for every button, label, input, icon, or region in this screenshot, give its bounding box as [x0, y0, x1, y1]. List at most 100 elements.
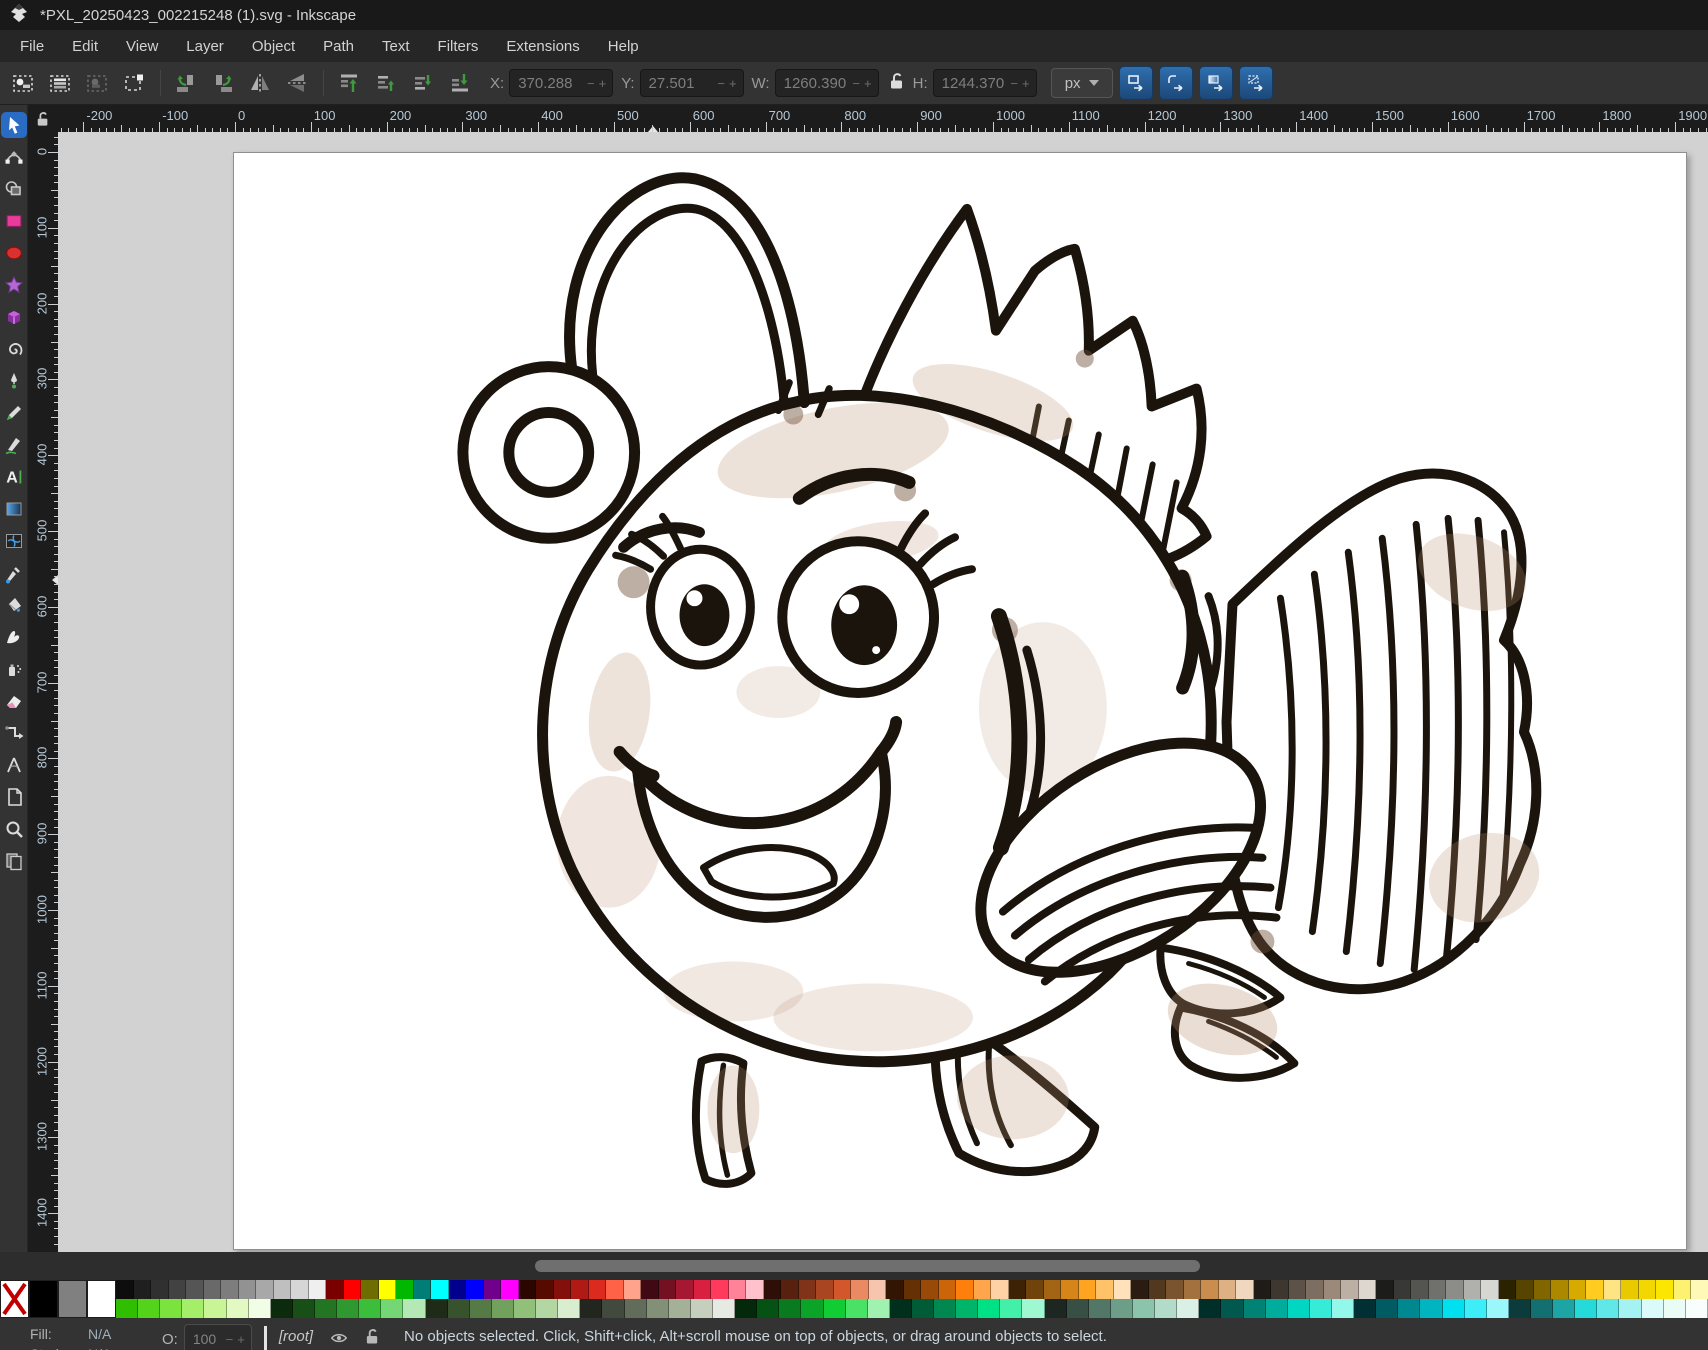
palette-swatch[interactable]: [403, 1299, 425, 1318]
y-plus[interactable]: +: [727, 76, 739, 91]
palette-swatch[interactable]: [956, 1280, 974, 1299]
palette-swatch[interactable]: [1359, 1280, 1377, 1299]
palette-swatch[interactable]: [1354, 1299, 1376, 1318]
palette-swatch[interactable]: [1619, 1299, 1641, 1318]
palette-swatch[interactable]: [868, 1299, 890, 1318]
palette-swatch[interactable]: [448, 1299, 470, 1318]
tool-calligraphy[interactable]: [1, 432, 27, 458]
palette-swatch[interactable]: [1341, 1280, 1359, 1299]
palette-swatch[interactable]: [691, 1299, 713, 1318]
palette-swatch[interactable]: [1332, 1299, 1354, 1318]
h-input[interactable]: 1244.370 − +: [933, 69, 1037, 97]
palette-swatch[interactable]: [1398, 1299, 1420, 1318]
palette-swatch[interactable]: [1586, 1280, 1604, 1299]
palette-swatch[interactable]: [1061, 1280, 1079, 1299]
palette-swatch[interactable]: [1604, 1280, 1622, 1299]
move-patterns-toggle[interactable]: [1239, 66, 1273, 100]
palette-swatch[interactable]: [912, 1299, 934, 1318]
vertical-ruler[interactable]: 0100200300400500600700800900100011001200…: [28, 132, 58, 1252]
deselect-button[interactable]: [82, 68, 112, 98]
tool-star[interactable]: [1, 272, 27, 298]
rotate-ccw-button[interactable]: [171, 68, 201, 98]
menu-edit[interactable]: Edit: [58, 33, 112, 60]
tool-selector[interactable]: [1, 112, 27, 138]
move-gradients-toggle[interactable]: [1199, 66, 1233, 100]
palette-swatch[interactable]: [519, 1280, 537, 1299]
menu-path[interactable]: Path: [309, 33, 368, 60]
tool-pen[interactable]: [1, 368, 27, 394]
palette-swatch[interactable]: [87, 1280, 116, 1318]
palette-swatch[interactable]: [554, 1280, 572, 1299]
palette-swatch[interactable]: [396, 1280, 414, 1299]
scale-corners-toggle[interactable]: [1159, 66, 1193, 100]
lower-button[interactable]: [408, 68, 438, 98]
horizontal-ruler[interactable]: -200-10001002003004005006007008009001000…: [58, 105, 1708, 132]
palette-swatch[interactable]: [470, 1299, 492, 1318]
palette-swatch[interactable]: [1465, 1299, 1487, 1318]
palette-swatch[interactable]: [274, 1280, 292, 1299]
palette-swatch[interactable]: [1420, 1299, 1442, 1318]
units-dropdown[interactable]: px: [1051, 68, 1113, 98]
palette-swatch[interactable]: [974, 1280, 992, 1299]
ruler-corner-lock[interactable]: [28, 105, 58, 132]
palette-swatch[interactable]: [1411, 1280, 1429, 1299]
palette-swatch[interactable]: [694, 1280, 712, 1299]
scrollbar-thumb[interactable]: [535, 1260, 1200, 1272]
palette-swatch[interactable]: [1664, 1299, 1686, 1318]
tool-paint-bucket[interactable]: [1, 592, 27, 618]
palette-swatch[interactable]: [606, 1280, 624, 1299]
palette-swatch[interactable]: [647, 1299, 669, 1318]
select-all-button[interactable]: [8, 68, 38, 98]
palette-swatch[interactable]: [713, 1299, 735, 1318]
palette-swatch[interactable]: [182, 1299, 204, 1318]
palette-swatch[interactable]: [1201, 1280, 1219, 1299]
palette-swatch[interactable]: [1221, 1299, 1243, 1318]
palette-swatch[interactable]: [1219, 1280, 1237, 1299]
horizontal-scrollbar[interactable]: [0, 1252, 1708, 1280]
palette-swatch[interactable]: [1481, 1280, 1499, 1299]
palette-swatch[interactable]: [337, 1299, 359, 1318]
palette-swatch[interactable]: [169, 1280, 187, 1299]
palette-swatch[interactable]: [939, 1280, 957, 1299]
palette-swatch[interactable]: [116, 1299, 138, 1318]
tool-pencil[interactable]: [1, 400, 27, 426]
palette-swatch[interactable]: [1026, 1280, 1044, 1299]
palette-swatch[interactable]: [1310, 1299, 1332, 1318]
palette-swatch[interactable]: [431, 1280, 449, 1299]
palette-swatch[interactable]: [1111, 1299, 1133, 1318]
palette-swatch[interactable]: [1446, 1280, 1464, 1299]
palette-swatch[interactable]: [58, 1280, 87, 1318]
menu-file[interactable]: File: [6, 33, 58, 60]
palette-swatch[interactable]: [625, 1299, 647, 1318]
palette-swatch[interactable]: [1553, 1299, 1575, 1318]
palette-swatch[interactable]: [1639, 1280, 1657, 1299]
tool-gradient[interactable]: [1, 496, 27, 522]
palette-swatch[interactable]: [1131, 1280, 1149, 1299]
palette-swatch[interactable]: [227, 1299, 249, 1318]
palette-swatch[interactable]: [514, 1299, 536, 1318]
lock-width-height-icon[interactable]: [889, 72, 905, 95]
palette-swatch[interactable]: [624, 1280, 642, 1299]
palette-swatch[interactable]: [764, 1280, 782, 1299]
menu-extensions[interactable]: Extensions: [492, 33, 593, 60]
palette-swatch[interactable]: [1184, 1280, 1202, 1299]
palette-swatch[interactable]: [1289, 1280, 1307, 1299]
palette-swatch[interactable]: [801, 1299, 823, 1318]
palette-swatch[interactable]: [1575, 1299, 1597, 1318]
palette-swatch[interactable]: [293, 1299, 315, 1318]
palette-swatch[interactable]: [1045, 1299, 1067, 1318]
palette-swatch[interactable]: [571, 1280, 589, 1299]
palette-swatch[interactable]: [536, 1299, 558, 1318]
select-all-layers-button[interactable]: [45, 68, 75, 98]
palette-swatch[interactable]: [186, 1280, 204, 1299]
tool-zoom[interactable]: [1, 816, 27, 842]
layer-visibility-eye-icon[interactable]: [329, 1328, 349, 1350]
palette-swatch[interactable]: [1499, 1280, 1517, 1299]
palette-swatch[interactable]: [1324, 1280, 1342, 1299]
palette-swatch[interactable]: [1149, 1280, 1167, 1299]
palette-swatch[interactable]: [602, 1299, 624, 1318]
palette-swatch[interactable]: [1244, 1299, 1266, 1318]
palette-swatch[interactable]: [1509, 1299, 1531, 1318]
canvas[interactable]: [58, 132, 1708, 1252]
tool-tweak[interactable]: [1, 624, 27, 650]
